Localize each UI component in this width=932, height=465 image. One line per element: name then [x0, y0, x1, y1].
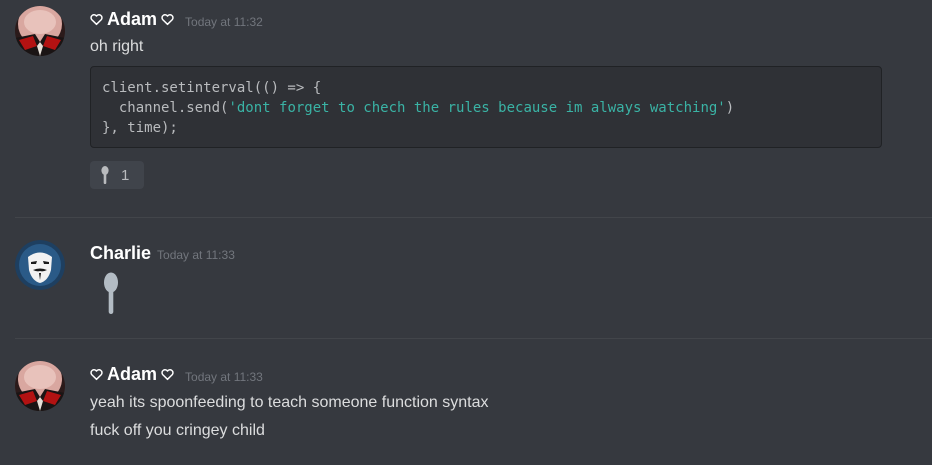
code-text: channel.send(	[102, 100, 229, 116]
heart-icon	[161, 368, 174, 381]
spoon-icon	[101, 272, 121, 314]
code-line: }, time);	[102, 120, 178, 136]
message-group-adam-2: Adam Today at 11:33 yeah its spoonfeedin…	[0, 339, 932, 465]
message-text: yeah its spoonfeeding to teach someone f…	[90, 394, 489, 411]
message-timestamp: Today at 11:33	[157, 248, 235, 262]
chat-messages: Adam Today at 11:32 oh right client.seti…	[0, 0, 932, 465]
code-line: client.setinterval(() => {	[102, 80, 322, 96]
heart-icon	[161, 13, 174, 26]
code-text: )	[725, 100, 735, 116]
username-text: Adam	[107, 9, 158, 29]
avatar[interactable]	[15, 361, 65, 411]
username[interactable]: Adam	[90, 9, 178, 30]
avatar[interactable]	[15, 6, 65, 56]
message-header: Charlie Today at 11:33	[90, 243, 235, 264]
avatar[interactable]	[15, 240, 65, 290]
message-header: Adam Today at 11:33	[90, 364, 263, 385]
message-header: Adam Today at 11:32	[90, 9, 263, 30]
username[interactable]: Charlie	[90, 243, 151, 264]
reaction-count: 1	[121, 166, 130, 184]
username-text: Adam	[107, 364, 158, 384]
heart-icon	[90, 368, 103, 381]
code-block: client.setinterval(() => { channel.send(…	[90, 66, 882, 148]
avatar-image	[15, 6, 65, 56]
message-timestamp: Today at 11:32	[185, 15, 263, 29]
code-string: 'dont forget to chech the rules because …	[228, 100, 726, 116]
avatar-image	[15, 361, 65, 411]
message-timestamp: Today at 11:33	[185, 370, 263, 384]
message-group-charlie: Charlie Today at 11:33	[0, 218, 932, 338]
heart-icon	[90, 13, 103, 26]
message-group-adam-1: Adam Today at 11:32 oh right client.seti…	[0, 0, 932, 217]
username[interactable]: Adam	[90, 364, 178, 385]
message-text: oh right	[90, 38, 144, 55]
message-text: fuck off you cringey child	[90, 422, 265, 439]
code-line: channel.send('dont forget to chech the r…	[102, 98, 870, 118]
avatar-image	[15, 240, 65, 290]
reaction-button[interactable]: 1	[90, 161, 144, 189]
spoon-icon	[101, 166, 109, 184]
